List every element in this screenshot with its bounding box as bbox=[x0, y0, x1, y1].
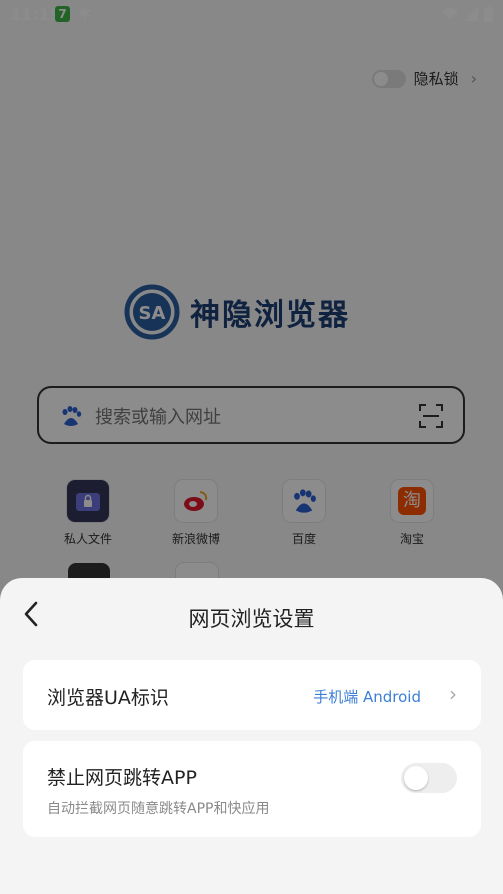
ua-setting-row[interactable]: 浏览器UA标识 手机端 Android › bbox=[23, 660, 481, 730]
toggle-knob bbox=[404, 766, 428, 790]
block-app-jump-toggle[interactable] bbox=[401, 763, 457, 793]
block-app-jump-description: 自动拦截网页随意跳转APP和快应用 bbox=[47, 801, 270, 817]
web-browsing-settings-sheet: 网页浏览设置 浏览器UA标识 手机端 Android › 禁止网页跳转APP 自… bbox=[0, 578, 503, 894]
block-app-jump-row: 禁止网页跳转APP 自动拦截网页随意跳转APP和快应用 bbox=[23, 741, 481, 837]
ua-setting-label: 浏览器UA标识 bbox=[47, 687, 169, 709]
block-app-jump-label: 禁止网页跳转APP bbox=[47, 767, 197, 789]
sheet-title: 网页浏览设置 bbox=[188, 607, 315, 631]
chevron-right-icon: › bbox=[449, 682, 457, 706]
ua-setting-value: 手机端 Android bbox=[313, 688, 421, 706]
